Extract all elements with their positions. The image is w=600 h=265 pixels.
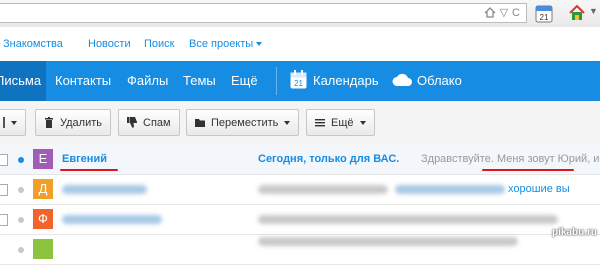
message-subject: Сегодня, только для ВАС. (258, 153, 400, 165)
avatar: Д (33, 179, 53, 199)
menu-lines-icon (315, 119, 325, 127)
move-label: Переместить (211, 116, 279, 129)
tab-files[interactable]: Файлы (127, 61, 168, 101)
link-search[interactable]: Поиск (144, 38, 174, 50)
row-checkbox[interactable] (0, 214, 8, 226)
blurred-subject (258, 185, 388, 194)
watermark: pikabu.ru (551, 227, 597, 238)
row-checkbox[interactable] (0, 184, 8, 196)
avatar: Е (33, 149, 53, 169)
blurred-subject (258, 215, 558, 224)
read-indicator[interactable] (18, 187, 24, 193)
mail-navbar: Письма Контакты Файлы Темы Ещё 21 Календ… (0, 61, 600, 101)
more-actions-button[interactable]: Ещё (306, 109, 375, 136)
address-bar-icons: ▽ C (484, 6, 520, 19)
row-checkbox[interactable] (0, 154, 8, 166)
chevron-down-icon (11, 120, 17, 125)
move-button[interactable]: Переместить (186, 109, 300, 136)
red-underline-annotation (60, 169, 118, 171)
delete-button[interactable]: Удалить (35, 109, 111, 136)
message-row[interactable]: Д хорошие вы (0, 175, 600, 205)
dropdown-icon[interactable]: ▽ (500, 6, 508, 19)
read-indicator[interactable] (18, 217, 24, 223)
blurred-sender (62, 215, 162, 224)
message-row[interactable]: Е Евгений Сегодня, только для ВАС. Здрав… (0, 145, 600, 175)
tab-mail-label: Письма (0, 73, 42, 88)
more-actions-label: Ещё (331, 116, 354, 129)
link-dating[interactable]: Знакомства (3, 38, 63, 50)
blurred-subject (258, 237, 518, 246)
link-news[interactable]: Новости (88, 38, 131, 50)
portal-links-bar: Знакомства Новости Поиск Все проекты (0, 27, 600, 61)
browser-toolbar: ▽ C 21 ▼ (0, 0, 600, 28)
chevron-down-icon (284, 120, 291, 125)
folder-icon (195, 119, 205, 127)
calendar-extension-icon[interactable]: 21 (535, 3, 553, 23)
tab-mail[interactable]: Письма (0, 61, 46, 101)
cloud-icon (392, 73, 412, 86)
trash-icon (45, 117, 53, 128)
chevron-down-icon (256, 42, 263, 46)
calendar-icon: 21 (290, 70, 307, 89)
red-underline-annotation (482, 169, 574, 171)
address-bar[interactable]: ▽ C (0, 3, 527, 23)
message-snippet: Здравствуйте. Меня зовут Юрий, и я (421, 153, 600, 165)
nav-divider (276, 67, 277, 95)
avatar (33, 239, 53, 259)
delete-label: Удалить (60, 116, 102, 129)
svg-text:21: 21 (294, 79, 303, 88)
unread-indicator[interactable] (18, 157, 24, 163)
tab-cloud[interactable]: Облако (417, 61, 462, 101)
checkbox-icon (3, 117, 5, 128)
home-icon[interactable] (484, 7, 496, 18)
blurred-subject (395, 185, 505, 194)
spam-button[interactable]: Спам (118, 109, 180, 136)
mail-toolbar: Удалить Спам Переместить Ещё (0, 101, 600, 146)
home-menu-caret-icon[interactable]: ▼ (589, 6, 598, 16)
spam-label: Спам (143, 116, 171, 129)
blurred-sender (62, 185, 147, 194)
chevron-down-icon (359, 120, 366, 125)
sender-name: Евгений (62, 153, 107, 165)
select-all-checkbox[interactable] (0, 109, 26, 136)
tab-more[interactable]: Ещё (231, 61, 258, 101)
avatar: Ф (33, 209, 53, 229)
home-button-icon[interactable] (568, 4, 586, 22)
svg-text:21: 21 (540, 13, 549, 22)
tab-calendar[interactable]: Календарь (313, 61, 379, 101)
link-all-projects-label: Все проекты (189, 38, 254, 50)
tab-contacts[interactable]: Контакты (55, 61, 111, 101)
tab-themes[interactable]: Темы (183, 61, 216, 101)
thumbs-down-icon (127, 117, 137, 128)
link-all-projects[interactable]: Все проекты (189, 38, 263, 50)
read-indicator[interactable] (18, 247, 24, 253)
refresh-icon[interactable]: C (512, 7, 520, 19)
message-snippet: хорошие вы (508, 183, 570, 195)
message-row[interactable]: Ф (0, 205, 600, 235)
